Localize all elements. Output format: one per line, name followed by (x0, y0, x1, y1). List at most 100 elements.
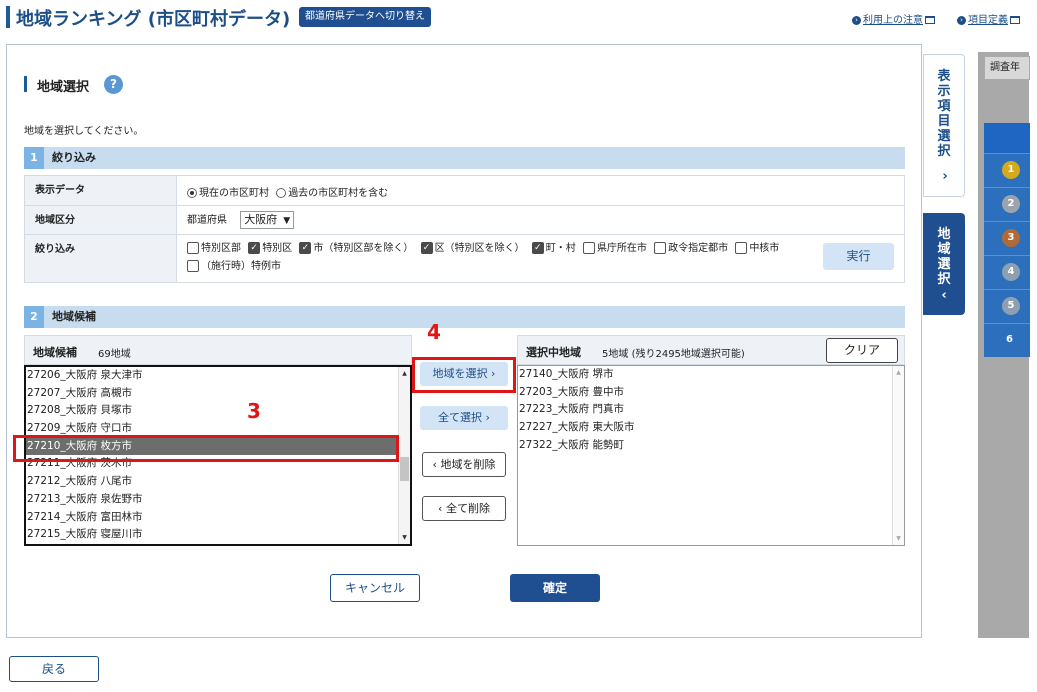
instruction-text: 地域を選択してください。 (24, 126, 144, 137)
region-select-tab[interactable]: 地域選択 ‹ (923, 213, 965, 315)
checkbox-label: （施行時）特例市 (201, 261, 281, 272)
checkbox-ward[interactable]: ✓ 区（特別区を除く） (420, 240, 525, 258)
back-button[interactable]: 戻る (9, 656, 99, 682)
selected-item[interactable]: 27203_大阪府 豊中市 (518, 384, 904, 402)
switch-prefecture-button[interactable]: 都道府県データへ切り替え (299, 7, 431, 27)
scroll-up-icon[interactable]: ▲ (893, 369, 904, 376)
rank-row-6: 6 (984, 323, 1030, 357)
checkbox-label: 市（特別区部を除く） (313, 243, 414, 254)
medal-bronze-icon: 3 (1002, 229, 1020, 247)
display-items-tab[interactable]: 表示項目選択 › (923, 54, 965, 197)
annotation-step3-label: 3 (247, 399, 261, 423)
selected-remaining: (残り2495地域選択可能) (631, 349, 745, 360)
checkbox-special-ward[interactable]: ✓ 特別区 (248, 240, 292, 258)
checkbox-icon (582, 242, 595, 254)
radio-include-past[interactable]: 過去の市区町村を含む (276, 184, 388, 199)
region-type-label: 地域区分 (24, 205, 177, 235)
selected-item[interactable]: 27322_大阪府 能勢町 (518, 437, 904, 455)
selected-item[interactable]: 27140_大阪府 堺市 (518, 366, 904, 384)
scroll-up-icon[interactable]: ▲ (399, 370, 410, 377)
checkbox-special-ward-area[interactable]: 特別区部 (187, 240, 241, 258)
prefecture-label: 都道府県 (187, 215, 227, 226)
region-type-cell: 都道府県 大阪府 ▼ (176, 205, 905, 235)
checkbox-label: 特別区 (262, 243, 293, 254)
checkbox-special-city[interactable]: （施行時）特例市 (187, 258, 281, 276)
checkbox-designated-city[interactable]: 政令指定都市 (654, 240, 728, 258)
selected-header: 選択中地域 5地域 (残り2495地域選択可能) クリア (517, 335, 905, 365)
selected-title: 選択中地域 (526, 346, 581, 359)
arrow-circle-icon: › (957, 15, 966, 25)
prefecture-value: 大阪府 (244, 213, 278, 226)
title-accent (6, 6, 10, 28)
display-data-label: 表示データ (24, 175, 177, 206)
item-definition-link[interactable]: › 項目定義 (957, 11, 1020, 26)
radio-on-icon (187, 188, 197, 198)
candidate-item[interactable]: 27214_大阪府 富田林市 (26, 509, 398, 527)
candidate-item[interactable]: 27215_大阪府 寝屋川市 (26, 526, 398, 544)
step2-number: 2 (24, 306, 44, 328)
top-bar: 地域ランキング (市区町村データ) 都道府県データへ切り替え › 利用上の注意 ›… (0, 0, 1037, 36)
checkbox-prefectural-capital[interactable]: 県庁所在市 (582, 240, 647, 258)
annotation-step4-box (412, 357, 516, 393)
step1-label: 絞り込み (52, 151, 96, 164)
candidates-scrollbar[interactable]: ▲ ▼ (398, 367, 410, 544)
selected-count-value: 5地域 (602, 349, 629, 360)
rank-row-4: 4 (984, 255, 1030, 289)
selected-item[interactable]: 27223_大阪府 門真市 (518, 401, 904, 419)
candidate-item[interactable]: 27208_大阪府 貝塚市 (26, 402, 398, 420)
selected-count: 5地域 (残り2495地域選択可能) (602, 345, 745, 360)
chevron-right-icon: › (942, 169, 948, 184)
confirm-button[interactable]: 確定 (510, 574, 600, 602)
checkbox-label: 県庁所在市 (596, 243, 647, 254)
checkbox-checked-icon: ✓ (531, 242, 544, 254)
help-icon[interactable]: ? (104, 75, 123, 94)
chevron-down-icon: ▼ (283, 216, 291, 226)
scroll-thumb[interactable] (400, 457, 409, 481)
rank-row-2: 2 (984, 187, 1030, 221)
chevron-left-icon: ‹ (438, 502, 443, 515)
radio-label: 過去の市区町村を含む (288, 188, 389, 199)
select-all-button[interactable]: 全て選択 › (420, 406, 508, 430)
selected-item[interactable]: 27227_大阪府 東大阪市 (518, 419, 904, 437)
select-all-label: 全て選択 (438, 411, 483, 424)
checkbox-label: 区（特別区を除く） (434, 243, 525, 254)
checkbox-icon (735, 242, 748, 254)
usage-notes-link[interactable]: › 利用上の注意 (852, 11, 935, 26)
candidate-item[interactable]: 27206_大阪府 泉大津市 (26, 367, 398, 385)
checkbox-label: 特別区部 (201, 243, 241, 254)
rank-row-3: 3 (984, 221, 1030, 255)
checkbox-label: 町・村 (545, 243, 576, 254)
checkbox-town-village[interactable]: ✓ 町・村 (531, 240, 576, 258)
execute-button[interactable]: 実行 (823, 243, 894, 270)
medal-silver-icon: 2 (1002, 195, 1020, 213)
checkbox-icon (654, 242, 667, 254)
page-title: 地域ランキング (市区町村データ) (16, 9, 291, 30)
medal-rank5-icon: 5 (1002, 297, 1020, 315)
checkbox-label: 中核市 (749, 243, 780, 254)
candidates-title: 地域候補 (33, 346, 77, 359)
remove-all-button[interactable]: ‹ 全て削除 (422, 496, 506, 521)
checkbox-core-city[interactable]: 中核市 (735, 240, 779, 258)
medal-gold-icon: 1 (1002, 161, 1020, 179)
candidate-item[interactable]: 27212_大阪府 八尾市 (26, 473, 398, 491)
cancel-button[interactable]: キャンセル (330, 574, 420, 602)
selected-scrollbar[interactable]: ▲ ▼ (892, 366, 904, 545)
scroll-down-icon[interactable]: ▼ (399, 534, 410, 541)
checkbox-icon (187, 260, 199, 272)
candidate-item[interactable]: 27213_大阪府 泉佐野市 (26, 491, 398, 509)
annotation-step3-box (13, 435, 399, 462)
radio-current-municipalities[interactable]: 現在の市区町村 (187, 184, 269, 199)
new-window-icon (1010, 16, 1020, 24)
arrow-circle-icon: › (852, 15, 861, 25)
rank-number: 6 (1006, 334, 1013, 345)
checkbox-city[interactable]: ✓ 市（特別区部を除く） (299, 240, 413, 258)
candidate-item[interactable]: 27207_大阪府 高槻市 (26, 385, 398, 403)
prefecture-select[interactable]: 大阪府 ▼ (240, 211, 295, 229)
candidates-header: 地域候補 69地域 (24, 335, 412, 365)
selected-listbox[interactable]: 27140_大阪府 堺市 27203_大阪府 豊中市 27223_大阪府 門真市 27… (517, 365, 905, 546)
scroll-down-icon[interactable]: ▼ (893, 535, 904, 542)
remove-region-button[interactable]: ‹ 地域を削除 (422, 452, 506, 477)
clear-button[interactable]: クリア (826, 338, 898, 363)
checkbox-checked-icon: ✓ (248, 242, 261, 254)
candidates-count: 69地域 (98, 349, 131, 360)
